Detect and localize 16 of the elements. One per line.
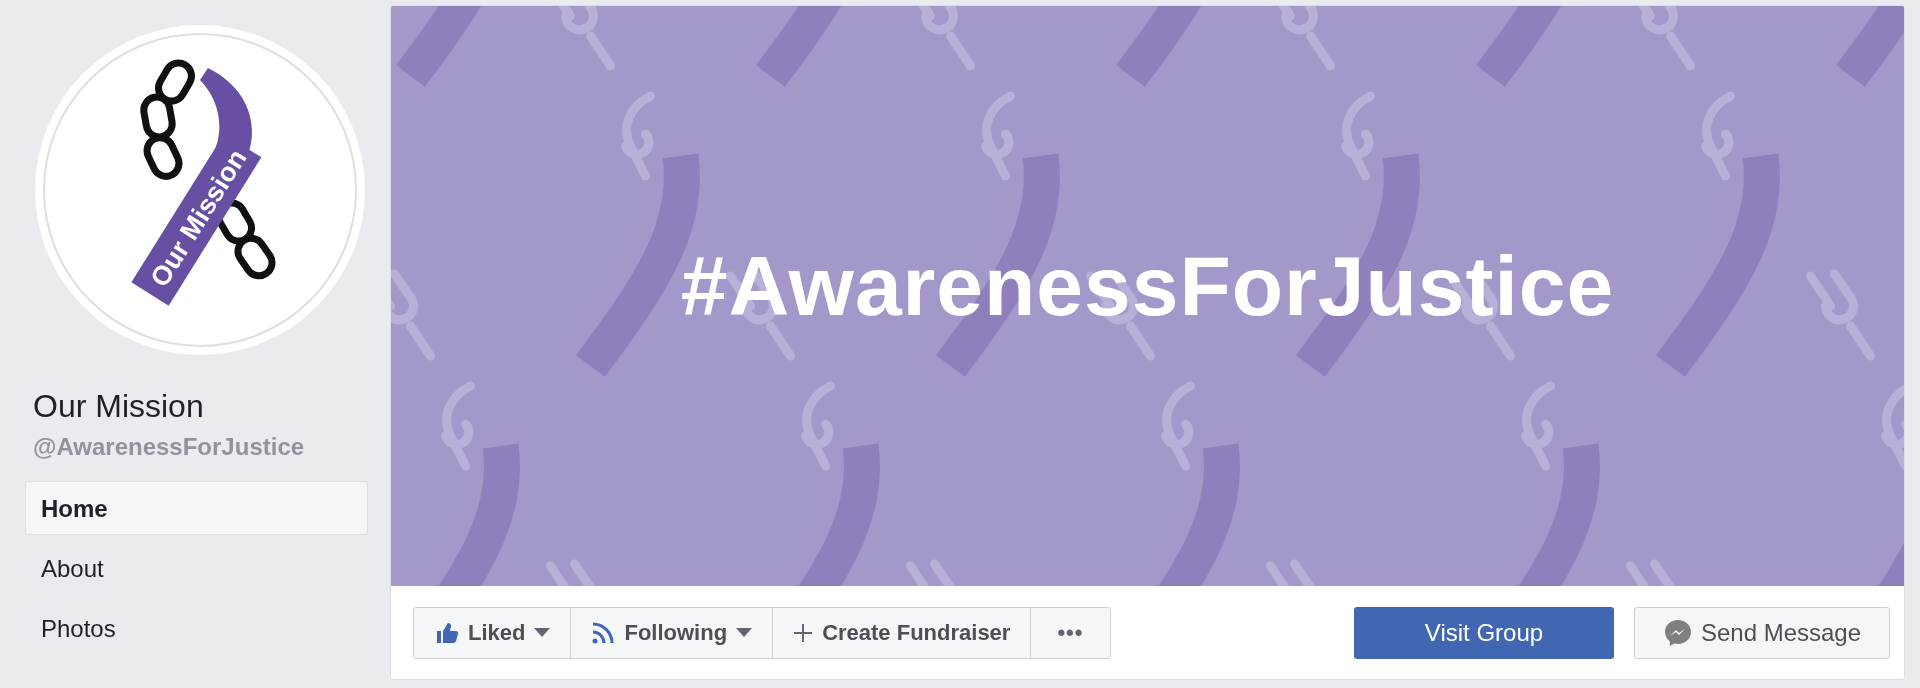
visit-group-button[interactable]: Visit Group (1354, 606, 1614, 659)
thumbs-up-icon (435, 620, 459, 645)
action-button[interactable]: Liked (414, 607, 571, 658)
plus-icon (793, 622, 814, 643)
nav-item[interactable]: Photos (25, 601, 368, 655)
send-message-button[interactable]: Send Message (1634, 606, 1890, 659)
messenger-icon (1662, 617, 1693, 648)
page-handle: @AwarenessForJustice (33, 433, 306, 461)
nav-item[interactable]: About (25, 541, 368, 595)
rss-icon (591, 620, 616, 645)
action-button[interactable]: Following (570, 607, 773, 658)
cover-heading: #AwarenessForJustice (680, 237, 1615, 335)
action-button[interactable]: Create Fundraiser (772, 607, 1031, 658)
page-name: Our Mission (33, 388, 205, 425)
more-button[interactable]: ••• (1030, 607, 1110, 658)
nav-item[interactable]: Home (25, 481, 368, 535)
